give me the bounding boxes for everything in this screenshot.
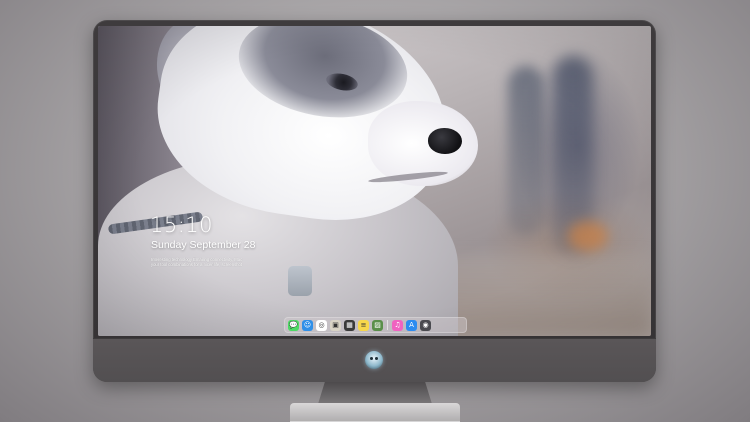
notice-line: your tool combinations for a nicer life,… xyxy=(151,262,243,267)
lock-screen-time: 15:10 xyxy=(150,213,214,237)
monitor-stand-base xyxy=(290,403,460,422)
music-icon[interactable]: ♫ xyxy=(392,319,403,331)
dock: 💬 ☺ ◎ ▣ ▦ ≡ ▨ ♫ A ◉ xyxy=(284,317,467,333)
messages-icon[interactable]: 💬 xyxy=(288,319,299,331)
finder-icon[interactable]: ☺ xyxy=(302,319,313,331)
preview-icon[interactable]: ▣ xyxy=(330,319,341,331)
photos-icon[interactable]: ▨ xyxy=(372,319,383,331)
monitor-stand-neck xyxy=(318,382,432,404)
app-store-icon[interactable]: A xyxy=(406,319,417,331)
camera-icon[interactable]: ◉ xyxy=(420,319,431,331)
lock-screen-date: Sunday September 28 xyxy=(151,239,256,251)
monitor: 15:10 Sunday September 28 Interesting te… xyxy=(93,20,656,382)
dock-separator xyxy=(387,320,388,330)
monitor-chin xyxy=(93,338,656,382)
husky-logo-icon xyxy=(365,351,383,369)
clapper-icon[interactable]: ▦ xyxy=(344,319,355,331)
safari-icon[interactable]: ◎ xyxy=(316,319,327,331)
screen-wallpaper: 15:10 Sunday September 28 Interesting te… xyxy=(98,26,651,336)
notes-icon[interactable]: ≡ xyxy=(358,319,369,331)
screen-vignette xyxy=(98,26,651,336)
lock-screen-notice: Interesting technology Emailing connecti… xyxy=(151,257,271,267)
